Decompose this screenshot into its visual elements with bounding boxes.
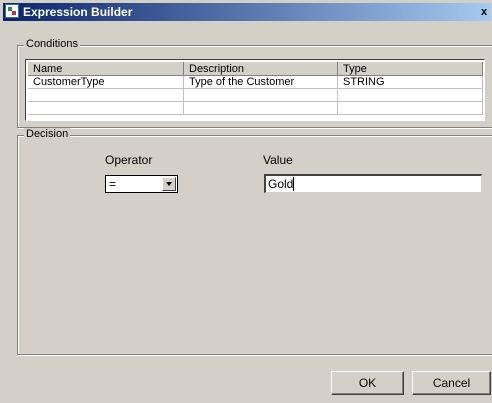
column-header-description[interactable]: Description (184, 62, 338, 76)
table-cell[interactable] (338, 102, 483, 115)
app-icon (5, 4, 19, 18)
table-cell[interactable]: Type of the Customer (184, 76, 338, 89)
value-input-text: Gold (268, 177, 294, 191)
table-cell[interactable] (338, 89, 483, 102)
conditions-group-label: Conditions (24, 38, 80, 50)
table-cell[interactable] (184, 89, 338, 102)
operator-label: Operator (105, 153, 153, 167)
operator-select[interactable]: = (105, 175, 178, 193)
table-cell[interactable] (28, 89, 184, 102)
decision-group-label: Decision (24, 128, 71, 140)
expression-builder-window: Expression Builder x Conditions Name Des… (0, 0, 492, 403)
table-cell[interactable] (184, 102, 338, 115)
ok-button[interactable]: OK (331, 371, 404, 395)
dropdown-arrow-icon[interactable] (162, 177, 176, 191)
window-title: Expression Builder (23, 5, 133, 19)
column-header-name[interactable]: Name (28, 62, 184, 76)
close-button[interactable]: x (477, 5, 491, 19)
table-cell[interactable]: CustomerType (28, 76, 184, 89)
title-bar[interactable]: Expression Builder x (3, 3, 491, 21)
cancel-button[interactable]: Cancel (412, 371, 491, 395)
table-cell[interactable] (28, 102, 184, 115)
table-cell[interactable]: STRING (338, 76, 483, 89)
operator-selected-value: = (109, 177, 117, 191)
value-label: Value (263, 153, 293, 167)
decision-group: Decision (17, 128, 492, 355)
value-input[interactable]: Gold (264, 174, 482, 193)
text-caret (293, 177, 294, 191)
column-header-type[interactable]: Type (338, 62, 483, 76)
conditions-table[interactable]: Name Description Type CustomerType Type … (25, 59, 485, 121)
